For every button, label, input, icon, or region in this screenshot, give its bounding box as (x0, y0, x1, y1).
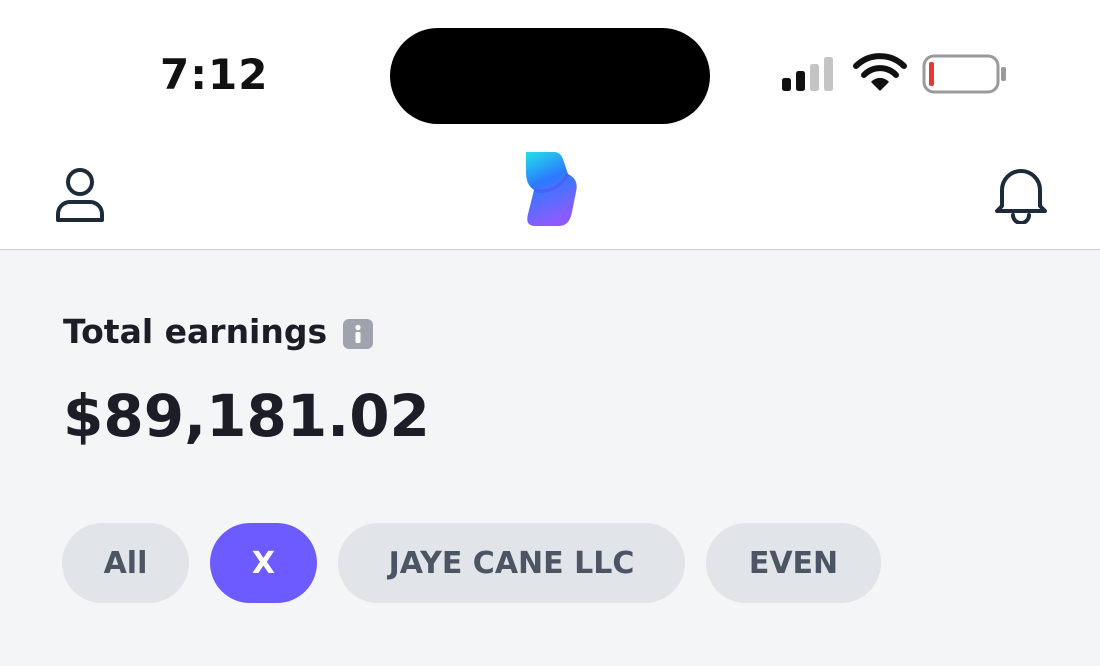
earnings-panel: Total earnings $89,181.02 All X JAYE CAN… (0, 250, 1100, 666)
filter-chip-x[interactable]: X (210, 523, 317, 603)
dynamic-island (390, 28, 710, 124)
total-earnings-amount: $89,181.02 (63, 382, 430, 450)
top-navigation-bar (0, 140, 1100, 250)
profile-icon[interactable] (52, 166, 108, 224)
filter-chip-all[interactable]: All (62, 523, 189, 603)
battery-icon (922, 54, 1006, 94)
earnings-header: Total earnings (63, 312, 374, 351)
earnings-label: Total earnings (63, 312, 328, 351)
notifications-bell-icon[interactable] (992, 164, 1050, 224)
info-icon[interactable] (343, 318, 374, 349)
status-bar: 7:12 (0, 0, 1100, 140)
status-time: 7:12 (160, 50, 269, 99)
wifi-icon (853, 53, 907, 91)
app-logo-icon (526, 152, 577, 226)
filter-chip-jaye-cane-llc[interactable]: JAYE CANE LLC (338, 523, 685, 603)
filter-chip-even[interactable]: EVEN (706, 523, 881, 603)
filter-chips: All X JAYE CANE LLC EVEN (62, 523, 881, 603)
cellular-signal-icon (782, 57, 833, 91)
